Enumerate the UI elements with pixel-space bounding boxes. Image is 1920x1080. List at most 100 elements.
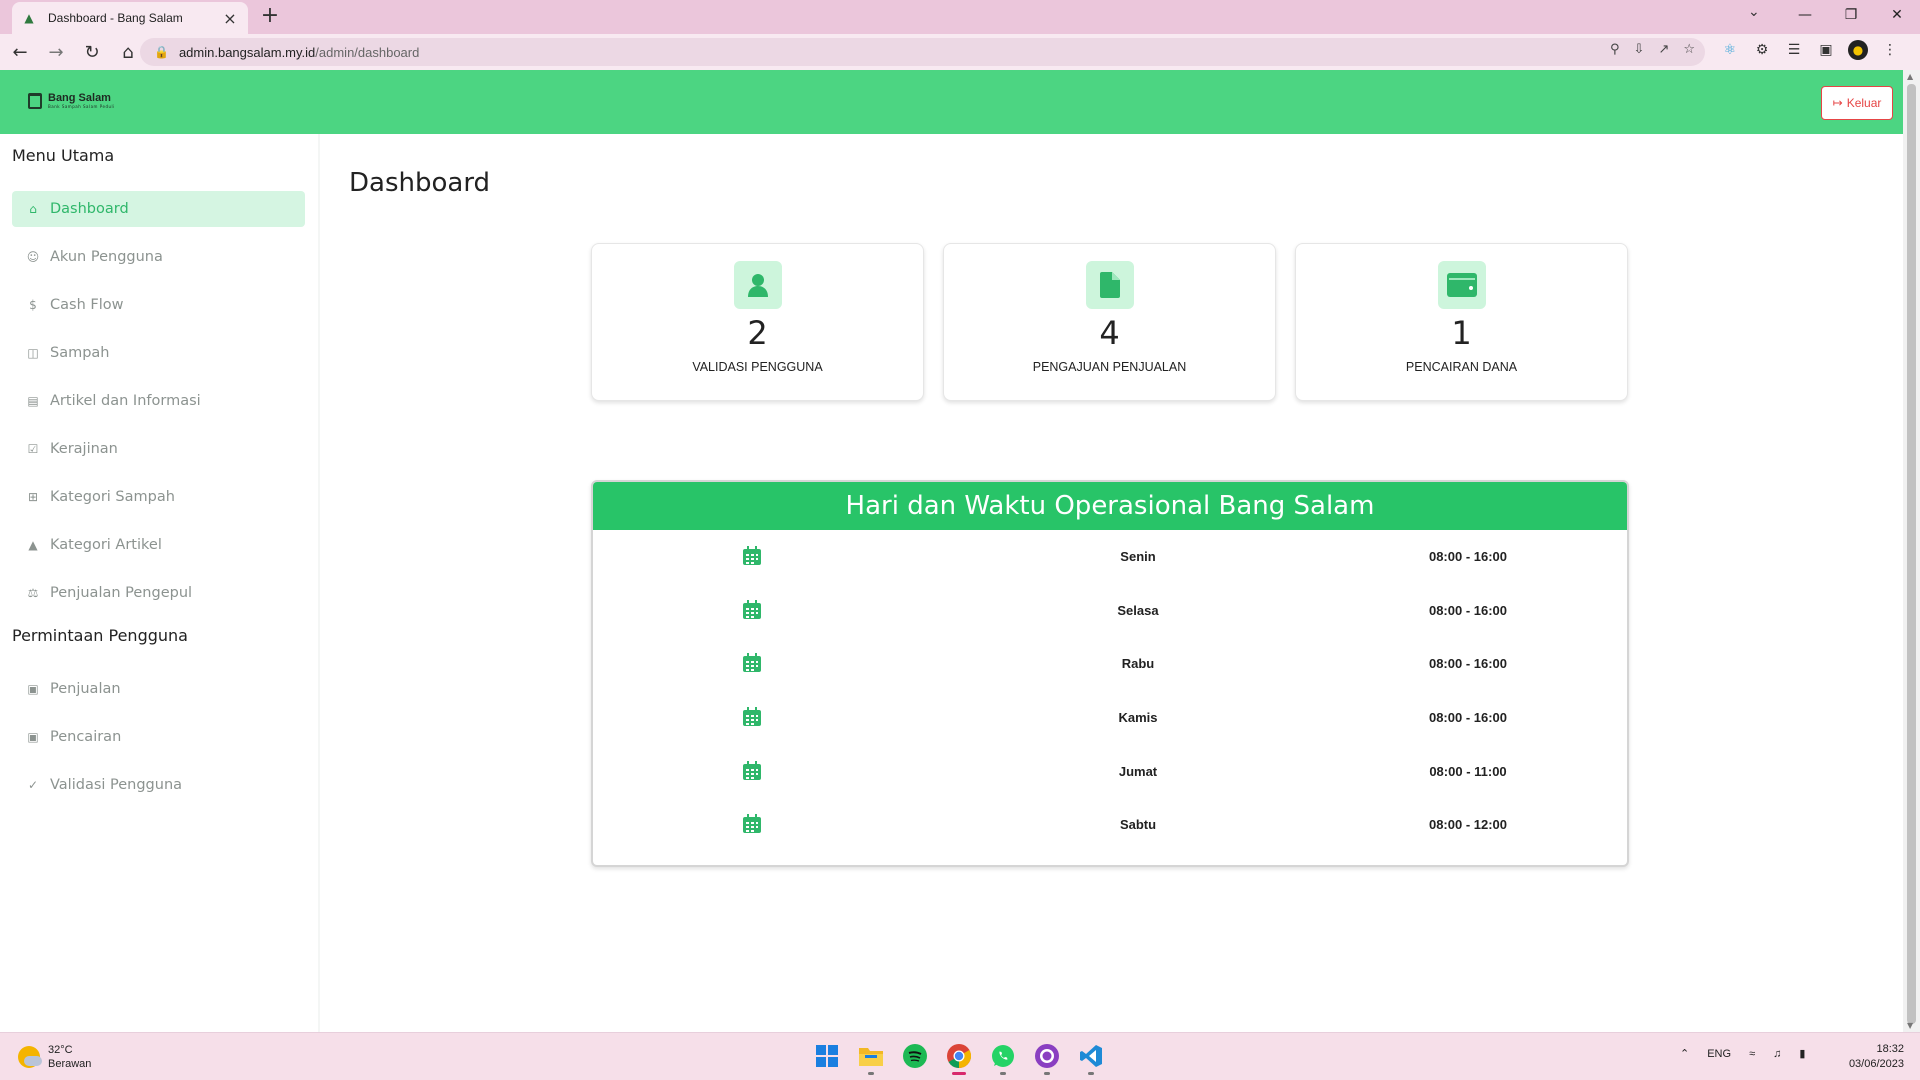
running-indicator [868,1072,874,1075]
calendar-icon [743,653,761,672]
schedule-day: Senin [1120,548,1156,564]
taskbar-apps [812,1041,1106,1075]
scroll-down-icon[interactable]: ▼ [1907,1021,1913,1030]
stat-card-pengajuan[interactable]: 4 PENGAJUAN PENJUALAN [943,243,1276,401]
sidebar-item-validasi-pengguna[interactable]: ✓ Validasi Pengguna [12,767,305,803]
install-icon[interactable]: ⇩ [1634,42,1645,57]
battery-icon[interactable]: ▮ [1799,1047,1805,1060]
reading-list-icon[interactable]: ☰ [1784,40,1804,60]
check-icon: ✓ [27,778,39,792]
schedule-hours: 08:00 - 16:00 [1428,548,1508,564]
profile-avatar-icon[interactable]: ● [1848,40,1868,60]
tab-search-icon[interactable]: ⌄ [1748,4,1760,20]
sidebar-heading-requests: Permintaan Pengguna [12,626,188,645]
weather-widget[interactable]: 32°C Berawan [18,1043,91,1071]
browser-toolbar: ← → ↻ ⌂ 🔒 admin.bangsalam.my.id/admin/da… [0,34,1920,70]
scroll-up-icon[interactable]: ▲ [1907,72,1913,81]
stat-value: 2 [747,314,768,352]
forward-icon[interactable]: → [40,36,72,68]
stat-card-pencairan[interactable]: 1 PENCAIRAN DANA [1295,243,1628,401]
vscode-icon [1080,1045,1102,1067]
schedule-row: Senin 08:00 - 16:00 [593,541,1627,571]
restore-icon[interactable]: ❐ [1828,0,1874,30]
sidebar-item-kategori-artikel[interactable]: ▲ Kategori Artikel [12,527,305,563]
trash-icon: ◫ [27,346,39,360]
sidebar-item-label: Penjualan [50,681,121,697]
url-path: /admin/dashboard [315,44,420,60]
weather-temperature: 32°C [48,1044,73,1056]
windows-start-icon [816,1045,838,1067]
sidebar-item-artikel[interactable]: ▤ Artikel dan Informasi [12,383,305,419]
sidebar-item-cash-flow[interactable]: $ Cash Flow [12,287,305,323]
taskbar-clock[interactable]: 18:32 03/06/2023 [1836,1042,1904,1072]
minimize-icon[interactable]: — [1782,0,1828,30]
volume-icon[interactable]: ♫ [1773,1048,1781,1060]
spotify-button[interactable] [900,1041,930,1071]
whatsapp-icon [992,1045,1014,1067]
page-title: Dashboard [349,168,491,198]
sidebar-item-label: Akun Pengguna [50,249,163,265]
schedule-day: Rabu [1121,655,1155,671]
close-window-icon[interactable]: ✕ [1874,0,1920,30]
lock-icon[interactable]: 🔒 [154,45,169,59]
logout-button[interactable]: ↦ Keluar [1821,86,1893,120]
react-devtools-icon[interactable]: ⚛ [1720,40,1740,60]
user-circle-icon: ☺ [26,250,40,264]
grid-icon: ⊞ [27,490,39,504]
side-panel-icon[interactable]: ▣ [1816,40,1836,60]
page-scrollbar[interactable]: ▲ ▼ [1903,70,1920,1032]
vscode-button[interactable] [1076,1041,1106,1075]
weather-cloudy-icon [18,1046,42,1068]
schedule-hours: 08:00 - 16:00 [1428,655,1508,671]
running-indicator [1088,1072,1094,1075]
wifi-icon[interactable]: ≈ [1749,1048,1755,1060]
sidebar-item-penjualan[interactable]: ▣ Penjualan [12,671,305,707]
stat-card-validasi[interactable]: 2 VALIDASI PENGGUNA [591,243,924,401]
file-explorer-button[interactable] [856,1041,886,1075]
weather-condition: Berawan [48,1058,92,1070]
browser-menu-icon[interactable]: ⋮ [1880,40,1900,60]
share-icon[interactable]: ↗ [1658,42,1669,57]
sidebar-item-label: Validasi Pengguna [50,777,183,793]
sidebar-item-kategori-sampah[interactable]: ⊞ Kategori Sampah [12,479,305,515]
browser-tab[interactable]: ▲ Dashboard - Bang Salam × [12,2,248,34]
chrome-button[interactable] [944,1041,974,1075]
bookmark-star-icon[interactable]: ☆ [1683,42,1695,57]
back-icon[interactable]: ← [4,36,36,68]
github-desktop-icon [1035,1044,1059,1068]
sidebar-item-label: Kerajinan [50,441,118,457]
sidebar-item-akun-pengguna[interactable]: ☺ Akun Pengguna [12,239,305,275]
extensions-icon[interactable]: ⚙ [1752,40,1772,60]
sidebar-item-penjualan-pengepul[interactable]: ⚖ Penjualan Pengepul [12,575,305,611]
input-language[interactable]: ENG [1707,1048,1731,1060]
schedule-row: Rabu 08:00 - 16:00 [593,648,1627,678]
schedule-row: Jumat 08:00 - 11:00 [593,756,1627,786]
tab-close-icon[interactable]: × [222,9,238,28]
app-header: Bang Salam Bank Sampah Salam Peduli ↦ Ke… [0,70,1903,134]
window-controls: — ❐ ✕ [1782,0,1920,30]
key-icon[interactable]: ⚲ [1610,42,1620,57]
scrollbar-thumb[interactable] [1907,84,1916,1024]
brand-logo[interactable]: Bang Salam Bank Sampah Salam Peduli [28,92,115,109]
github-desktop-button[interactable] [1032,1041,1062,1075]
craft-icon: ☑ [27,442,39,456]
new-tab-button[interactable]: + [258,4,282,28]
schedule-hours: 08:00 - 12:00 [1428,816,1508,832]
start-button[interactable] [812,1041,842,1071]
schedule-day: Kamis [1118,709,1158,725]
calendar-icon [743,761,761,780]
show-hidden-icons-icon[interactable]: ⌃ [1680,1047,1689,1060]
sidebar-item-sampah[interactable]: ◫ Sampah [12,335,305,371]
sidebar-item-dashboard[interactable]: ⌂ Dashboard [12,191,305,227]
whatsapp-button[interactable] [988,1041,1018,1075]
scale-icon: ⚖ [27,586,39,600]
sidebar-item-pencairan[interactable]: ▣ Pencairan [12,719,305,755]
schedule-row: Selasa 08:00 - 16:00 [593,595,1627,625]
sidebar-item-label: Penjualan Pengepul [50,585,193,601]
reload-icon[interactable]: ↻ [76,36,108,68]
running-indicator [952,1072,966,1075]
schedule-day: Jumat [1118,763,1158,779]
address-bar[interactable]: 🔒 admin.bangsalam.my.id/admin/dashboard … [140,38,1705,66]
sidebar-item-kerajinan[interactable]: ☑ Kerajinan [12,431,305,467]
sidebar-item-label: Kategori Sampah [50,489,175,505]
